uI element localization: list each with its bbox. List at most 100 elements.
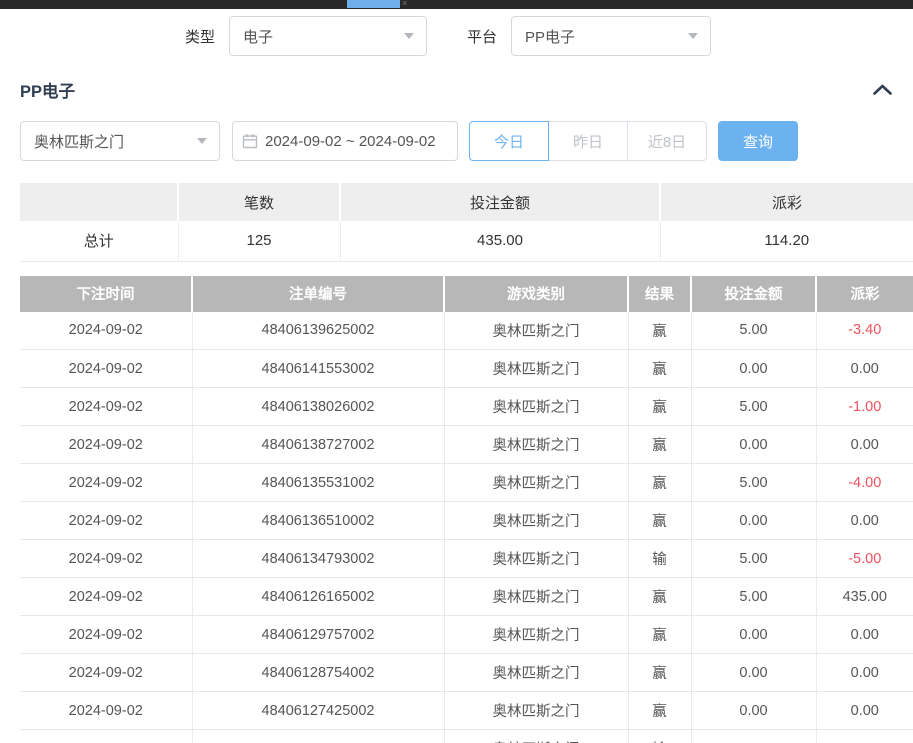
game-category-cell: 奥林匹斯之门	[444, 616, 628, 654]
calendar-icon	[242, 133, 258, 149]
game-select-value: 奥林匹斯之门	[34, 131, 124, 152]
bet-id-cell: 48406135531002	[192, 464, 444, 502]
bet-date-cell: 2024-09-02	[20, 426, 192, 464]
summary-header-payout: 派彩	[660, 183, 913, 221]
records-header-row: 下注时间 注单编号 游戏类别 结果 投注金额 派彩	[20, 276, 913, 312]
bet-date-cell: 2024-09-02	[20, 692, 192, 730]
header-bet-id: 注单编号	[192, 276, 444, 312]
section-header: PP电子	[0, 79, 913, 100]
bet-id-cell: 48406141553002	[192, 350, 444, 388]
payout-cell: -5.00	[816, 730, 913, 743]
bet-amount-cell: 0.00	[691, 616, 816, 654]
bet-date-cell: 2024-09-02	[20, 350, 192, 388]
payout-cell: 0.00	[816, 502, 913, 540]
table-row: 2024-09-02 48406128754002 奥林匹斯之门 赢 0.00 …	[20, 654, 913, 692]
browser-tab-strip: ×	[0, 0, 913, 9]
result-cell: 赢	[628, 388, 691, 426]
bet-id-cell: 48406127425002	[192, 692, 444, 730]
game-category-cell: 奥林匹斯之门	[444, 502, 628, 540]
result-cell: 输	[628, 730, 691, 743]
game-category-cell: 奥林匹斯之门	[444, 350, 628, 388]
result-cell: 赢	[628, 654, 691, 692]
bet-amount-cell: 5.00	[691, 464, 816, 502]
bet-date-cell: 2024-09-02	[20, 654, 192, 692]
payout-cell: 435.00	[816, 578, 913, 616]
table-row: 2024-09-02 48406136510002 奥林匹斯之门 赢 0.00 …	[20, 502, 913, 540]
date-range-input[interactable]: 2024-09-02 ~ 2024-09-02	[232, 121, 458, 161]
bet-id-cell: 48406136510002	[192, 502, 444, 540]
type-label: 类型	[185, 26, 215, 47]
bet-id-cell: 48406126165002	[192, 578, 444, 616]
yesterday-button[interactable]: 昨日	[548, 121, 628, 161]
result-cell: 赢	[628, 692, 691, 730]
summary-header-row: 笔数 投注金额 派彩	[20, 183, 913, 221]
result-cell: 赢	[628, 464, 691, 502]
game-category-cell: 奥林匹斯之门	[444, 730, 628, 743]
bet-date-cell: 2024-09-02	[20, 540, 192, 578]
platform-select[interactable]: PP电子	[511, 16, 711, 56]
bet-id-cell: 48406134793002	[192, 540, 444, 578]
bet-id-cell: 48406138727002	[192, 426, 444, 464]
payout-cell: 0.00	[816, 350, 913, 388]
summary-total-row: 总计 125 435.00 114.20	[20, 221, 913, 261]
table-row: 2024-09-02 48406139625002 奥林匹斯之门 赢 5.00 …	[20, 312, 913, 350]
game-category-cell: 奥林匹斯之门	[444, 388, 628, 426]
filter-row: 类型 电子 平台 PP电子	[0, 16, 913, 56]
bet-date-cell: 2024-09-02	[20, 578, 192, 616]
table-row: 2024-09-02 48406125316002 奥林匹斯之门 输 5.00 …	[20, 730, 913, 743]
result-cell: 赢	[628, 426, 691, 464]
result-cell: 输	[628, 540, 691, 578]
platform-label: 平台	[467, 26, 497, 47]
result-cell: 赢	[628, 350, 691, 388]
payout-cell: -3.40	[816, 312, 913, 350]
summary-header-count: 笔数	[178, 183, 340, 221]
game-category-cell: 奥林匹斯之门	[444, 426, 628, 464]
game-category-cell: 奥林匹斯之门	[444, 312, 628, 350]
bet-amount-cell: 0.00	[691, 692, 816, 730]
payout-cell: -1.00	[816, 388, 913, 426]
table-row: 2024-09-02 48406135531002 奥林匹斯之门 赢 5.00 …	[20, 464, 913, 502]
date-range-value: 2024-09-02 ~ 2024-09-02	[265, 133, 436, 150]
bet-id-cell: 48406125316002	[192, 730, 444, 743]
today-button[interactable]: 今日	[469, 121, 549, 161]
quick-date-button-group: 今日 昨日 近8日	[469, 121, 707, 161]
bet-amount-cell: 5.00	[691, 388, 816, 426]
summary-total-payout: 114.20	[660, 221, 913, 261]
header-result: 结果	[628, 276, 691, 312]
bet-amount-cell: 5.00	[691, 730, 816, 743]
tab-close-icon[interactable]: ×	[402, 0, 407, 9]
active-tab-indicator[interactable]	[347, 0, 400, 8]
table-row: 2024-09-02 48406141553002 奥林匹斯之门 赢 0.00 …	[20, 350, 913, 388]
search-button[interactable]: 查询	[718, 121, 798, 161]
game-category-cell: 奥林匹斯之门	[444, 464, 628, 502]
type-select[interactable]: 电子	[229, 16, 427, 56]
bet-date-cell: 2024-09-02	[20, 464, 192, 502]
bet-date-cell: 2024-09-02	[20, 388, 192, 426]
chevron-down-icon	[404, 33, 414, 39]
platform-select-value: PP电子	[525, 26, 575, 47]
last-8-days-button[interactable]: 近8日	[627, 121, 707, 161]
game-category-cell: 奥林匹斯之门	[444, 654, 628, 692]
records-table-body: 2024-09-02 48406139625002 奥林匹斯之门 赢 5.00 …	[20, 312, 913, 743]
chevron-up-icon	[872, 83, 893, 96]
game-select[interactable]: 奥林匹斯之门	[20, 121, 220, 161]
summary-table: 笔数 投注金额 派彩 总计 125 435.00 114.20	[20, 183, 913, 262]
payout-cell: 0.00	[816, 426, 913, 464]
summary-total-bet-amount: 435.00	[340, 221, 660, 261]
header-payout: 派彩	[816, 276, 913, 312]
bet-amount-cell: 5.00	[691, 540, 816, 578]
collapse-button[interactable]	[872, 83, 893, 96]
payout-cell: 0.00	[816, 692, 913, 730]
type-select-value: 电子	[243, 26, 273, 47]
header-bet-time: 下注时间	[20, 276, 192, 312]
summary-total-count: 125	[178, 221, 340, 261]
bet-amount-cell: 0.00	[691, 350, 816, 388]
bet-id-cell: 48406128754002	[192, 654, 444, 692]
bet-amount-cell: 0.00	[691, 426, 816, 464]
game-category-cell: 奥林匹斯之门	[444, 578, 628, 616]
bet-date-cell: 2024-09-02	[20, 616, 192, 654]
payout-cell: 0.00	[816, 654, 913, 692]
summary-total-label: 总计	[20, 221, 178, 261]
table-row: 2024-09-02 48406127425002 奥林匹斯之门 赢 0.00 …	[20, 692, 913, 730]
bet-date-cell: 2024-09-02	[20, 502, 192, 540]
